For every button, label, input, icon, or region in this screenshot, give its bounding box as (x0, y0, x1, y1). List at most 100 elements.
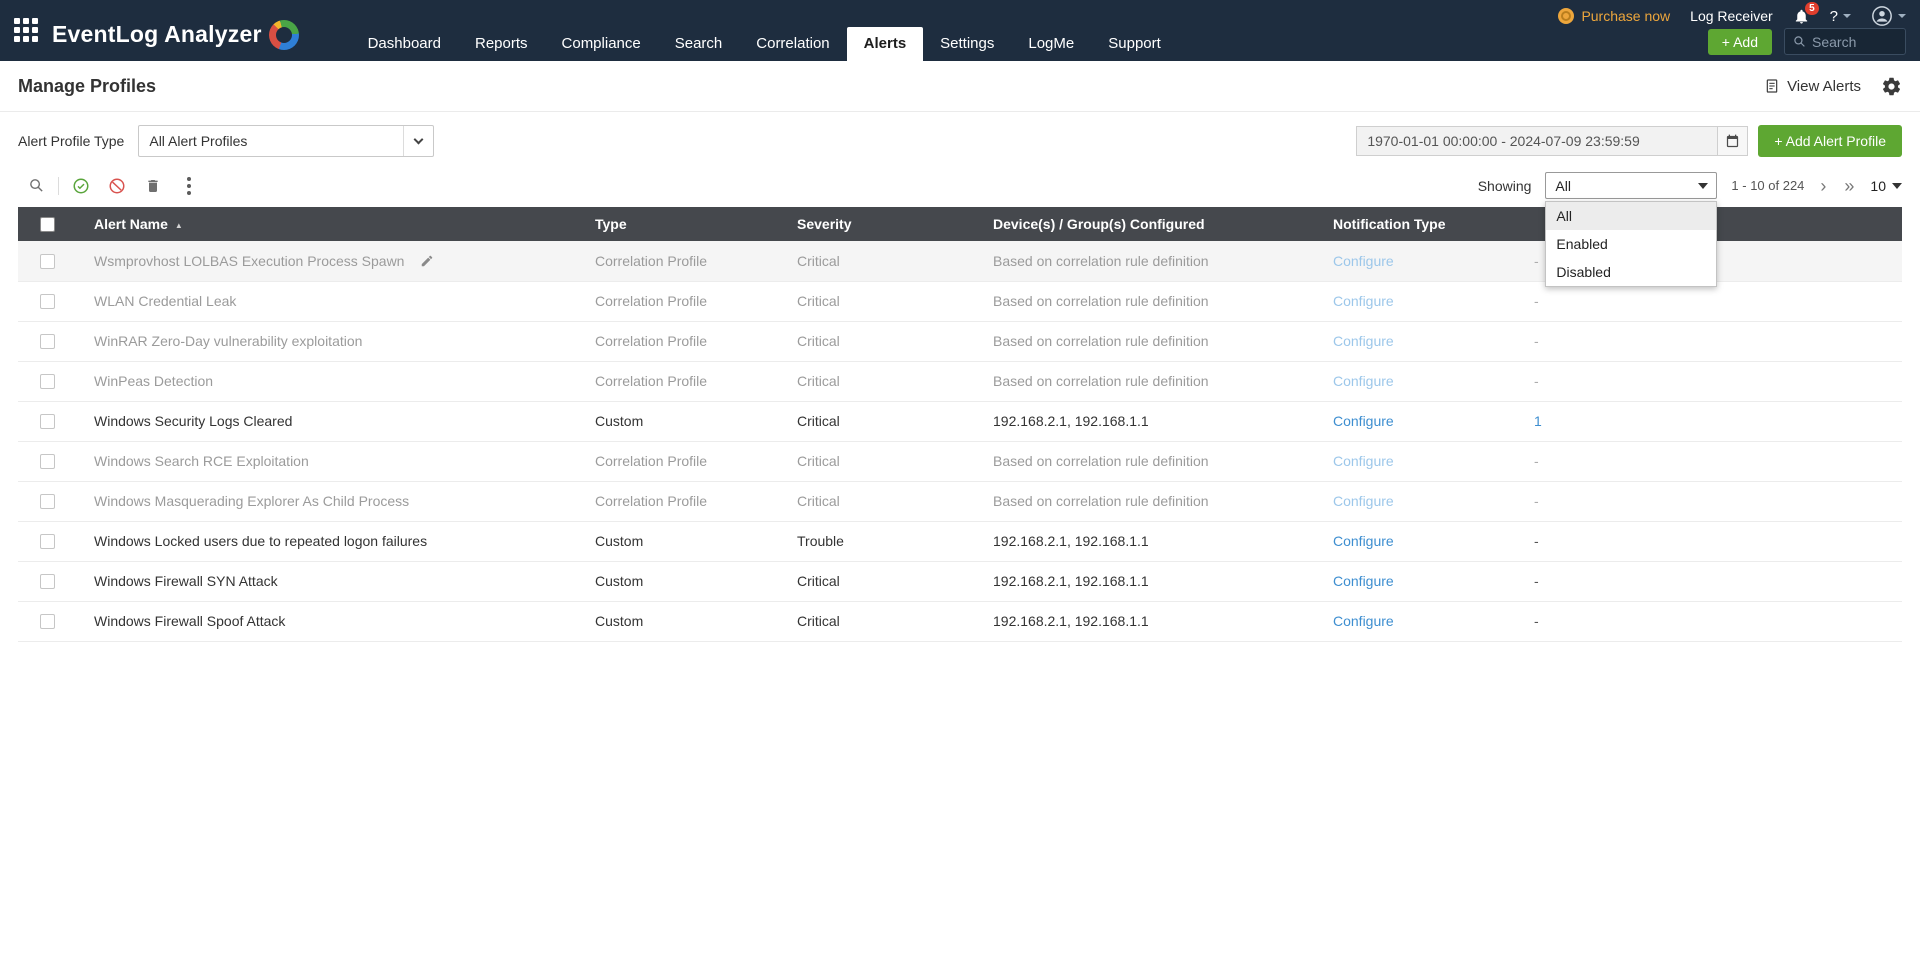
nav-item-search[interactable]: Search (658, 27, 740, 61)
notifications-button[interactable]: 5 (1793, 1, 1819, 25)
global-search-input[interactable] (1812, 33, 1892, 50)
alert-type: Correlation Profile (577, 441, 779, 482)
user-menu-button[interactable] (1871, 5, 1906, 27)
configure-link[interactable]: Configure (1333, 333, 1394, 349)
row-checkbox[interactable] (39, 614, 55, 630)
edit-icon[interactable] (420, 254, 434, 268)
nav-item-settings[interactable]: Settings (923, 27, 1011, 61)
view-alerts-button[interactable]: View Alerts (1764, 78, 1861, 95)
table-row[interactable]: Windows Masquerading Explorer As Child P… (18, 481, 1902, 522)
table-row[interactable]: Windows Firewall SYN Attack Custom Critica… (18, 561, 1902, 602)
global-search-box[interactable] (1784, 28, 1906, 55)
nav-item-alerts[interactable]: Alerts (846, 27, 924, 61)
showing-option-enabled[interactable]: Enabled (1546, 230, 1716, 258)
row-checkbox[interactable] (39, 334, 55, 350)
apps-grid-icon[interactable] (14, 18, 38, 42)
nav-item-support[interactable]: Support (1091, 27, 1178, 61)
configure-link[interactable]: Configure (1333, 413, 1394, 429)
delete-profile-button[interactable] (135, 173, 171, 199)
col-header-devices[interactable]: Device(s) / Group(s) Configured (975, 207, 1315, 241)
nav-menu: Dashboard Reports Compliance Search Correlat… (351, 0, 1178, 61)
add-alert-profile-button[interactable]: + Add Alert Profile (1758, 125, 1902, 157)
calendar-icon (1727, 134, 1739, 147)
alert-severity: Critical (779, 481, 975, 522)
showing-filter-select[interactable]: All All Enabled Disabled (1545, 172, 1718, 287)
row-checkbox[interactable] (39, 374, 55, 390)
disable-profile-button[interactable] (99, 173, 135, 199)
purchase-now-link[interactable]: Purchase now (1558, 8, 1670, 24)
calendar-button[interactable] (1718, 126, 1749, 156)
alert-severity: Critical (779, 401, 975, 442)
profile-type-select[interactable]: All Alert Profiles (138, 125, 435, 157)
chevron-down-icon (1698, 182, 1709, 189)
col-header-alert-name[interactable]: Alert Name ▲ (76, 207, 577, 241)
alert-count[interactable]: 1 (1534, 413, 1542, 429)
alert-type: Custom (577, 401, 779, 442)
next-page-button[interactable]: › (1818, 177, 1828, 195)
search-icon (1794, 36, 1805, 47)
configure-link[interactable]: Configure (1333, 573, 1394, 589)
configure-link[interactable]: Configure (1333, 533, 1394, 549)
alert-name: Windows Masquerading Explorer As Child P… (94, 493, 410, 509)
table-row[interactable]: WinPeas Detection Correlation Profile Crit… (18, 361, 1902, 402)
table-search-button[interactable] (18, 173, 54, 199)
row-checkbox[interactable] (39, 414, 55, 430)
configure-link[interactable]: Configure (1333, 453, 1394, 469)
alert-type: Correlation Profile (577, 321, 779, 362)
col-header-label: Alert Name (94, 216, 168, 232)
configure-link[interactable]: Configure (1333, 373, 1394, 389)
row-checkbox[interactable] (39, 294, 55, 310)
alert-name: Windows Firewall Spoof Attack (94, 613, 286, 629)
alert-severity: Critical (779, 561, 975, 602)
nav-item-compliance[interactable]: Compliance (545, 27, 658, 61)
table-row[interactable]: Windows Locked users due to repeated log… (18, 521, 1902, 562)
configure-link[interactable]: Configure (1333, 253, 1394, 269)
alert-type: Correlation Profile (577, 481, 779, 522)
col-header-notification-type[interactable]: Notification Type (1315, 207, 1516, 241)
trash-icon (148, 179, 158, 192)
alert-count: - (1534, 252, 1539, 269)
nav-item-correlation[interactable]: Correlation (739, 27, 846, 61)
page-size-select[interactable]: 10 (1870, 178, 1902, 194)
alert-count: - (1534, 453, 1539, 469)
enable-profile-button[interactable] (63, 173, 99, 199)
configure-link[interactable]: Configure (1333, 493, 1394, 509)
last-page-button[interactable]: » (1842, 177, 1856, 195)
log-receiver-link[interactable]: Log Receiver (1690, 8, 1773, 24)
nav-item-reports[interactable]: Reports (458, 27, 545, 61)
table-row[interactable]: Windows Security Logs Cleared Custom Criti… (18, 401, 1902, 442)
alert-type: Correlation Profile (577, 281, 779, 322)
alert-devices: Based on correlation rule definition (975, 441, 1315, 482)
help-button[interactable]: ? (1830, 8, 1851, 25)
row-checkbox[interactable] (39, 454, 55, 470)
col-header-severity[interactable]: Severity (779, 207, 975, 241)
table-row[interactable]: Windows Firewall Spoof Attack Custom Criti… (18, 601, 1902, 642)
add-button[interactable]: + Add (1707, 28, 1772, 55)
row-checkbox[interactable] (39, 574, 55, 590)
configure-link[interactable]: Configure (1333, 293, 1394, 309)
configure-link[interactable]: Configure (1333, 613, 1394, 629)
alert-devices: Based on correlation rule definition (975, 241, 1315, 282)
purchase-now-label: Purchase now (1581, 8, 1671, 24)
select-all-checkbox[interactable] (39, 217, 55, 233)
alert-devices: Based on correlation rule definition (975, 281, 1315, 322)
alert-count: - (1534, 533, 1539, 549)
enable-check-icon (73, 178, 89, 193)
table-row[interactable]: Windows Search RCE Exploitation Correlati… (18, 441, 1902, 482)
nav-item-dashboard[interactable]: Dashboard (351, 27, 458, 61)
row-checkbox[interactable] (39, 254, 55, 270)
more-actions-button[interactable] (171, 173, 207, 199)
table-row[interactable]: WinRAR Zero-Day vulnerability exploitati… (18, 321, 1902, 362)
nav-item-logme[interactable]: LogMe (1011, 27, 1091, 61)
showing-option-all[interactable]: All (1546, 202, 1717, 230)
alert-name: Wsmprovhost LOLBAS Execution Process Spa… (94, 252, 405, 269)
row-checkbox[interactable] (39, 534, 55, 550)
showing-option-disabled[interactable]: Disabled (1546, 258, 1716, 286)
row-checkbox[interactable] (39, 494, 55, 510)
brand-logo: EventLog Analyzer (52, 8, 299, 61)
search-table-icon (29, 179, 43, 192)
settings-gear-button[interactable] (1881, 76, 1902, 97)
date-range-input[interactable]: 1970-01-01 00:00:00 - 2024-07-09 23:59:5… (1356, 126, 1719, 156)
col-header-type[interactable]: Type (577, 207, 779, 241)
table-row[interactable]: WLAN Credential Leak Correlation Profile C… (18, 281, 1902, 322)
